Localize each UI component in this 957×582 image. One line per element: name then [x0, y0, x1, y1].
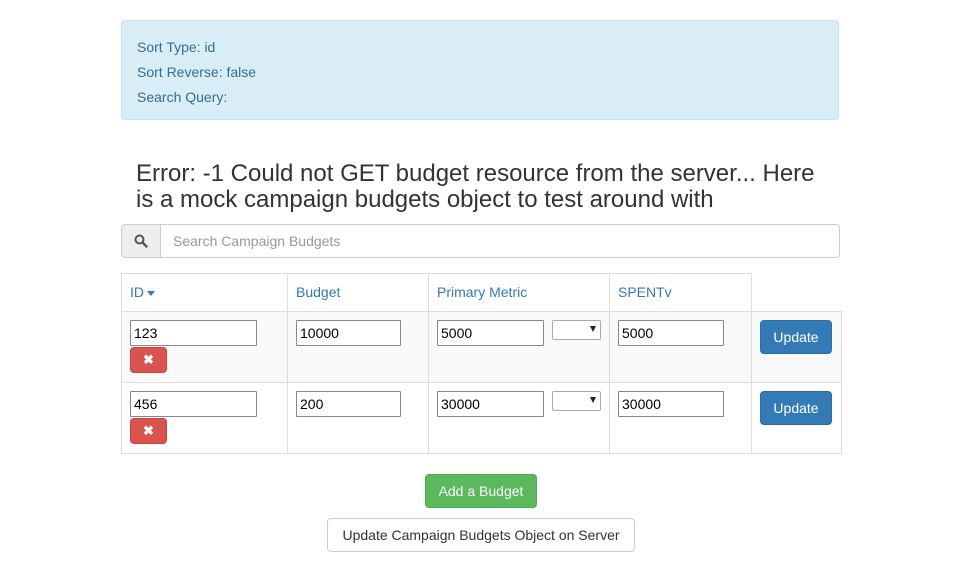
sort-type-text: Sort Type: id [137, 39, 216, 55]
metric-select[interactable] [552, 391, 601, 411]
search-input[interactable] [160, 224, 840, 258]
error-heading: Error: -1 Could not GET budget resource … [136, 160, 815, 213]
search-query-text: Search Query: [137, 89, 228, 105]
close-icon: ✖ [143, 352, 154, 367]
primary-metric-input[interactable] [437, 391, 544, 417]
update-row-button[interactable]: Update [760, 320, 832, 354]
header-budget: Budget [287, 273, 429, 312]
primary-metric-input[interactable] [437, 320, 544, 346]
search-addon [121, 224, 160, 258]
table-row: ✖ Update [121, 382, 842, 454]
delete-button[interactable]: ✖ [130, 418, 167, 444]
update-server-button[interactable]: Update Campaign Budgets Object on Server [327, 518, 635, 552]
dropdown-arrow-icon [590, 326, 596, 332]
sort-caret-icon [147, 290, 155, 296]
cell-id: ✖ [121, 382, 288, 454]
table-header-row: ID Budget Primary Metric SPENTv [121, 273, 842, 312]
close-icon: ✖ [143, 423, 154, 438]
sort-by-primary-metric-link[interactable]: Primary Metric [437, 284, 527, 300]
cell-id: ✖ [121, 311, 288, 383]
dropdown-arrow-icon [590, 397, 596, 403]
metric-select[interactable] [552, 320, 601, 340]
search-icon [134, 234, 148, 248]
budget-input[interactable] [296, 391, 401, 417]
sort-by-spent-link[interactable]: SPENTv [618, 284, 672, 300]
cell-budget [287, 311, 429, 383]
cell-actions: Update [751, 311, 842, 383]
update-row-button[interactable]: Update [760, 391, 832, 425]
metric-wrap [437, 320, 601, 346]
header-spent: SPENTv [609, 273, 752, 312]
spent-input[interactable] [618, 320, 724, 346]
cell-budget [287, 382, 429, 454]
sort-reverse-text: Sort Reverse: false [137, 64, 257, 80]
id-input[interactable] [130, 320, 257, 346]
cell-primary-metric [428, 382, 610, 454]
budgets-table: ID Budget Primary Metric SPENTv ✖ [121, 273, 842, 454]
delete-button[interactable]: ✖ [130, 347, 167, 373]
cell-primary-metric [428, 311, 610, 383]
metric-wrap [437, 391, 601, 417]
cell-spent [609, 382, 752, 454]
budget-input[interactable] [296, 320, 401, 346]
header-id: ID [121, 273, 288, 312]
add-budget-button[interactable]: Add a Budget [425, 474, 537, 508]
sort-by-budget-link[interactable]: Budget [296, 284, 340, 300]
header-primary-metric: Primary Metric [428, 273, 610, 312]
search-group [121, 224, 840, 258]
spent-input[interactable] [618, 391, 724, 417]
sort-info-panel: Sort Type: id Sort Reverse: false Search… [121, 20, 839, 120]
header-actions [751, 273, 842, 312]
cell-spent [609, 311, 752, 383]
sort-by-id-link[interactable]: ID [130, 284, 155, 300]
id-input[interactable] [130, 391, 257, 417]
header-id-label: ID [130, 284, 144, 300]
table-row: ✖ Update [121, 311, 842, 383]
cell-actions: Update [751, 382, 842, 454]
